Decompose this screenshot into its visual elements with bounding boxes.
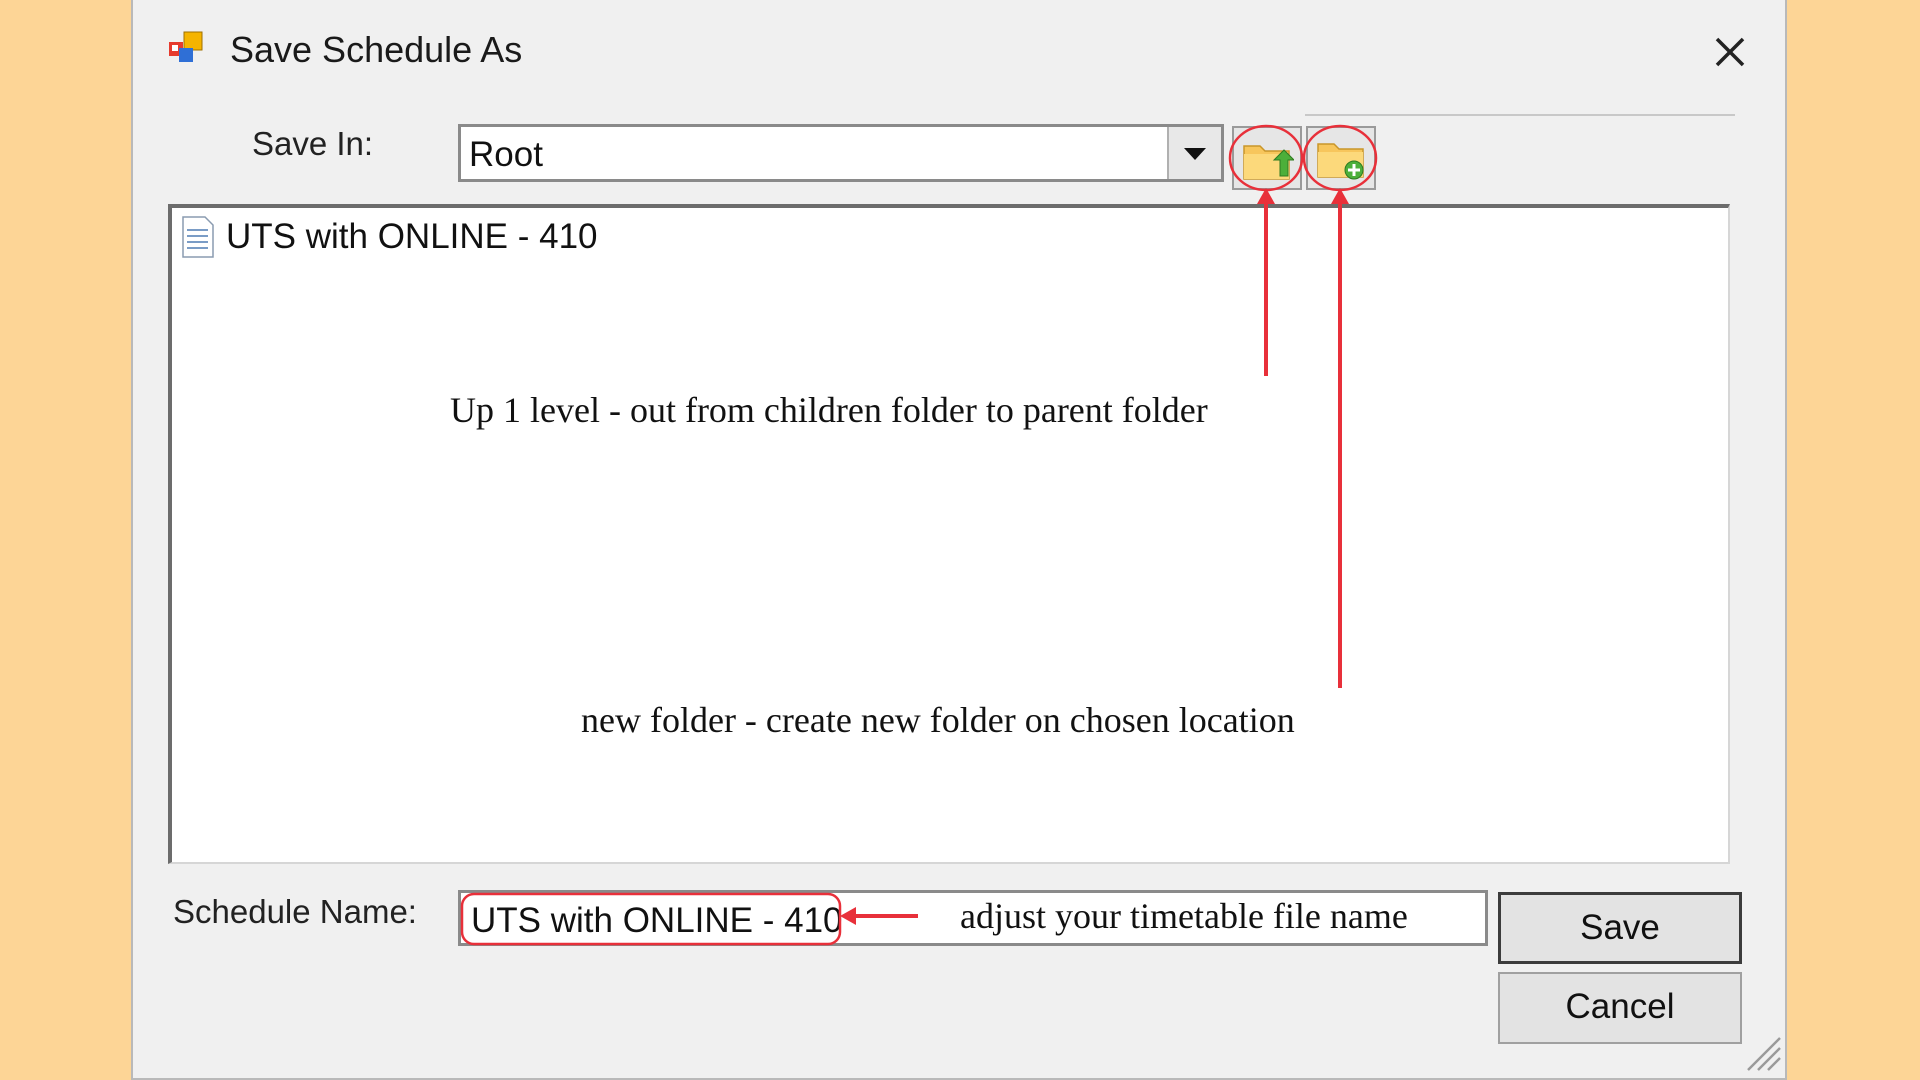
save-in-label: Save In: — [252, 125, 374, 162]
schedule-name-value: UTS with ONLINE - 410 — [471, 901, 843, 940]
app-icon — [169, 31, 203, 62]
save-in-value: Root — [469, 135, 543, 174]
resize-grip-icon[interactable] — [1742, 1032, 1782, 1072]
up-one-level-button[interactable] — [1232, 126, 1302, 190]
save-in-dropdown[interactable]: Root — [458, 124, 1224, 182]
file-name: UTS with ONLINE - 410 — [226, 217, 598, 256]
toolbar-divider — [1305, 114, 1735, 116]
annotation-new-folder: new folder - create new folder on chosen… — [581, 700, 1295, 740]
annotation-up-level: Up 1 level - out from children folder to… — [450, 390, 1208, 430]
folder-up-icon — [1243, 145, 1294, 180]
file-list[interactable]: UTS with ONLINE - 410 — [168, 204, 1730, 864]
schedule-name-label: Schedule Name: — [173, 893, 417, 930]
dialog-title: Save Schedule As — [230, 29, 523, 70]
new-folder-button[interactable] — [1306, 126, 1376, 190]
list-item[interactable]: UTS with ONLINE - 410 — [182, 212, 598, 262]
cancel-button[interactable]: Cancel — [1498, 972, 1742, 1044]
annotation-file-name: adjust your timetable file name — [960, 896, 1408, 936]
close-icon[interactable] — [1700, 22, 1760, 82]
new-folder-icon — [1317, 143, 1364, 180]
chevron-down-icon[interactable] — [1167, 127, 1221, 179]
document-icon — [182, 216, 214, 258]
save-button[interactable]: Save — [1498, 892, 1742, 964]
